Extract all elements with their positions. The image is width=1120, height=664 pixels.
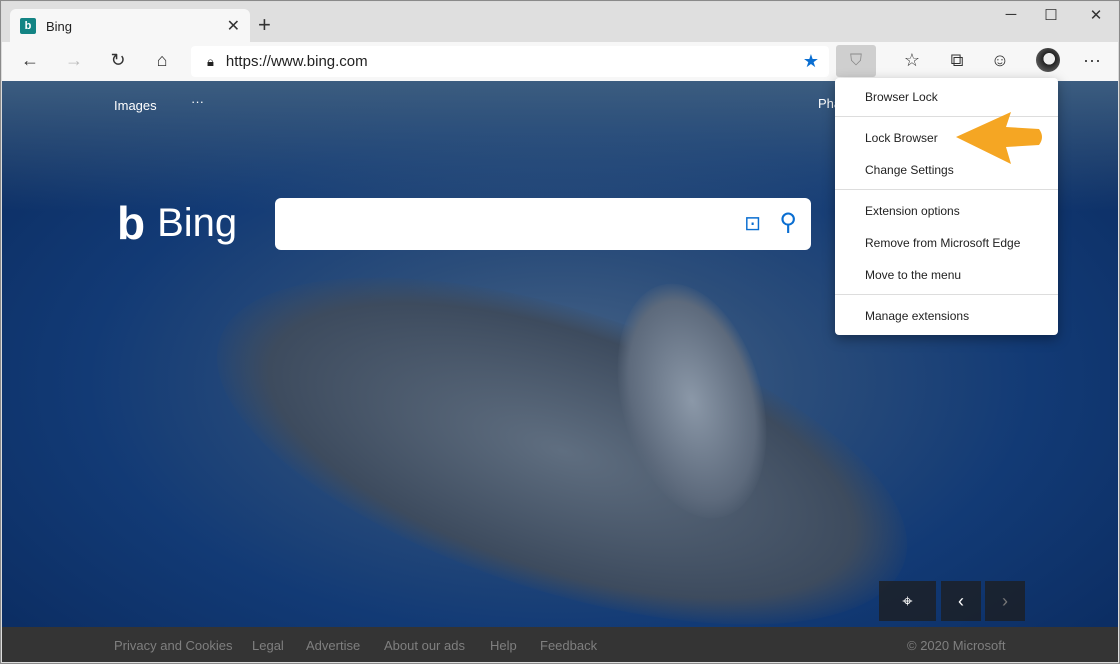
forward-icon[interactable]: → (62, 50, 86, 71)
bing-logo-text: Bing (157, 200, 238, 245)
favorite-star-icon[interactable]: ★ (803, 51, 819, 72)
browser-window: b Bing ✕ + ─ ☐ ✕ ← → ↻ ⌂ 🔒︎ https://www.… (0, 0, 1120, 664)
address-bar[interactable]: 🔒︎ https://www.bing.com ★ (191, 46, 829, 77)
feedback-icon[interactable]: ☺ (988, 50, 1012, 71)
menu-item-manage-extensions[interactable]: Manage extensions (865, 309, 969, 323)
refresh-icon[interactable]: ↻ (106, 50, 130, 71)
home-icon[interactable]: ⌂ (150, 50, 174, 71)
close-window-button[interactable]: ✕ (1073, 6, 1119, 24)
bing-favicon-icon: b (20, 18, 36, 34)
toolbar: ← → ↻ ⌂ 🔒︎ https://www.bing.com ★ ⛉ ☆ ⧉ … (2, 42, 1118, 81)
chevron-right-icon: › (1002, 590, 1008, 611)
menu-item-remove[interactable]: Remove from Microsoft Edge (865, 236, 1020, 250)
search-icon[interactable]: ⚲ (779, 208, 797, 237)
copyright: © 2020 Microsoft (907, 638, 1006, 653)
bing-logo: b Bing (117, 196, 237, 250)
next-image-button[interactable]: › (985, 581, 1025, 621)
divider (835, 189, 1058, 190)
menu-item-extension-options[interactable]: Extension options (865, 204, 960, 218)
footer-link[interactable]: Help (490, 638, 517, 653)
whale-image (176, 206, 948, 627)
divider (835, 294, 1058, 295)
footer-link[interactable]: Legal (252, 638, 284, 653)
location-button[interactable]: ⌖ (879, 581, 936, 621)
tab-title: Bing (46, 18, 73, 34)
tab-close-icon[interactable]: ✕ (227, 16, 240, 36)
footer-link[interactable]: About our ads (384, 638, 465, 653)
footer-link[interactable]: Advertise (306, 638, 360, 653)
annotation-arrow-icon (956, 112, 1042, 164)
location-pin-icon: ⌖ (902, 590, 913, 611)
menu-header: Browser Lock (865, 90, 938, 104)
footer: Privacy and Cookies Legal Advertise Abou… (2, 627, 1118, 662)
nav-images[interactable]: Images (114, 98, 157, 113)
maximize-button[interactable]: ☐ (1028, 6, 1074, 24)
menu-item-change-settings[interactable]: Change Settings (865, 163, 954, 177)
url-text: https://www.bing.com (225, 53, 368, 70)
lock-icon: 🔒︎ (207, 53, 214, 69)
tab-bing[interactable]: b Bing ✕ (10, 9, 250, 43)
footer-link[interactable]: Feedback (540, 638, 597, 653)
profile-avatar[interactable] (1036, 48, 1060, 72)
menu-item-move-to-menu[interactable]: Move to the menu (865, 268, 961, 282)
collections-icon[interactable]: ⧉ (945, 50, 969, 71)
shield-lock-icon: ⛉ (849, 52, 862, 69)
bing-logo-mark: b (117, 197, 146, 249)
visual-search-icon[interactable]: ⊡ (744, 211, 761, 236)
favorites-icon[interactable]: ☆ (900, 50, 924, 71)
search-input[interactable]: ⊡ ⚲ (275, 198, 811, 250)
tab-bar: b Bing ✕ + ─ ☐ ✕ (2, 2, 1119, 43)
footer-link[interactable]: Privacy and Cookies (114, 638, 233, 653)
chevron-left-icon: ‹ (958, 590, 964, 611)
back-icon[interactable]: ← (18, 50, 42, 71)
previous-image-button[interactable]: ‹ (941, 581, 981, 621)
more-options-icon[interactable]: ··· (1080, 50, 1104, 71)
new-tab-button[interactable]: + (258, 12, 271, 38)
menu-item-lock-browser[interactable]: Lock Browser (865, 131, 938, 145)
browser-lock-extension-button[interactable]: ⛉ (836, 45, 876, 77)
nav-more[interactable]: ··· (191, 94, 204, 109)
